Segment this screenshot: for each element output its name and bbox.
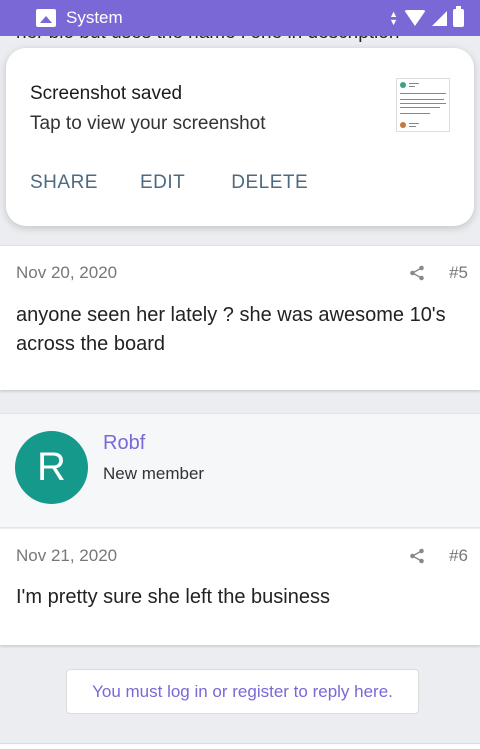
share-button[interactable]: SHARE xyxy=(30,172,98,194)
post-number[interactable]: #5 xyxy=(449,263,468,283)
notification-title: Screenshot saved xyxy=(30,83,183,104)
data-arrows-icon: ▲ ▼ xyxy=(389,9,398,27)
screenshot-notification[interactable]: Screenshot saved Tap to view your screen… xyxy=(6,48,474,226)
member-info: R Robf New member xyxy=(0,413,480,528)
post-number[interactable]: #6 xyxy=(449,546,468,566)
edit-button[interactable]: EDIT xyxy=(140,172,185,194)
signal-icon xyxy=(432,10,447,26)
thumb-avatar-green xyxy=(400,82,406,88)
battery-icon xyxy=(453,6,464,27)
thumb-line xyxy=(409,123,419,124)
share-icon[interactable] xyxy=(409,265,425,281)
post-6: Nov 21, 2020 #6 I'm pretty sure she left… xyxy=(0,529,480,645)
post-body: I'm pretty sure she left the business xyxy=(16,586,330,608)
image-icon xyxy=(36,9,56,27)
thumb-line xyxy=(409,126,416,127)
share-icon[interactable] xyxy=(409,548,425,564)
thumb-line xyxy=(400,113,430,114)
thumb-line xyxy=(409,83,419,84)
post-date[interactable]: Nov 21, 2020 xyxy=(16,546,117,566)
thumb-line xyxy=(409,86,415,87)
login-register-link[interactable]: You must log in or register to reply her… xyxy=(66,669,419,714)
delete-button[interactable]: DELETE xyxy=(231,172,308,194)
notification-actions: SHARE EDIT DELETE xyxy=(30,172,308,194)
status-bar-title: System xyxy=(66,8,123,27)
thumb-line xyxy=(400,99,444,100)
screenshot-thumbnail[interactable] xyxy=(396,78,450,132)
wifi-icon xyxy=(404,10,426,26)
notification-subtitle[interactable]: Tap to view your screenshot xyxy=(30,113,266,135)
avatar[interactable]: R xyxy=(15,431,88,504)
status-icons: ▲ ▼ xyxy=(389,6,464,27)
status-bar: System ▲ ▼ xyxy=(0,0,480,36)
post-5: Nov 20, 2020 #5 anyone seen her lately ?… xyxy=(0,245,480,390)
bottom-card-edge xyxy=(0,743,480,749)
member-name-link[interactable]: Robf xyxy=(103,432,145,455)
thumb-line xyxy=(400,107,440,108)
thumb-line xyxy=(400,93,446,94)
post-body: anyone seen her lately ? she was awesome… xyxy=(16,304,446,355)
member-role: New member xyxy=(103,464,205,483)
post-date[interactable]: Nov 20, 2020 xyxy=(16,263,117,283)
thumb-line xyxy=(400,103,446,104)
thumb-avatar-orange xyxy=(400,122,406,128)
